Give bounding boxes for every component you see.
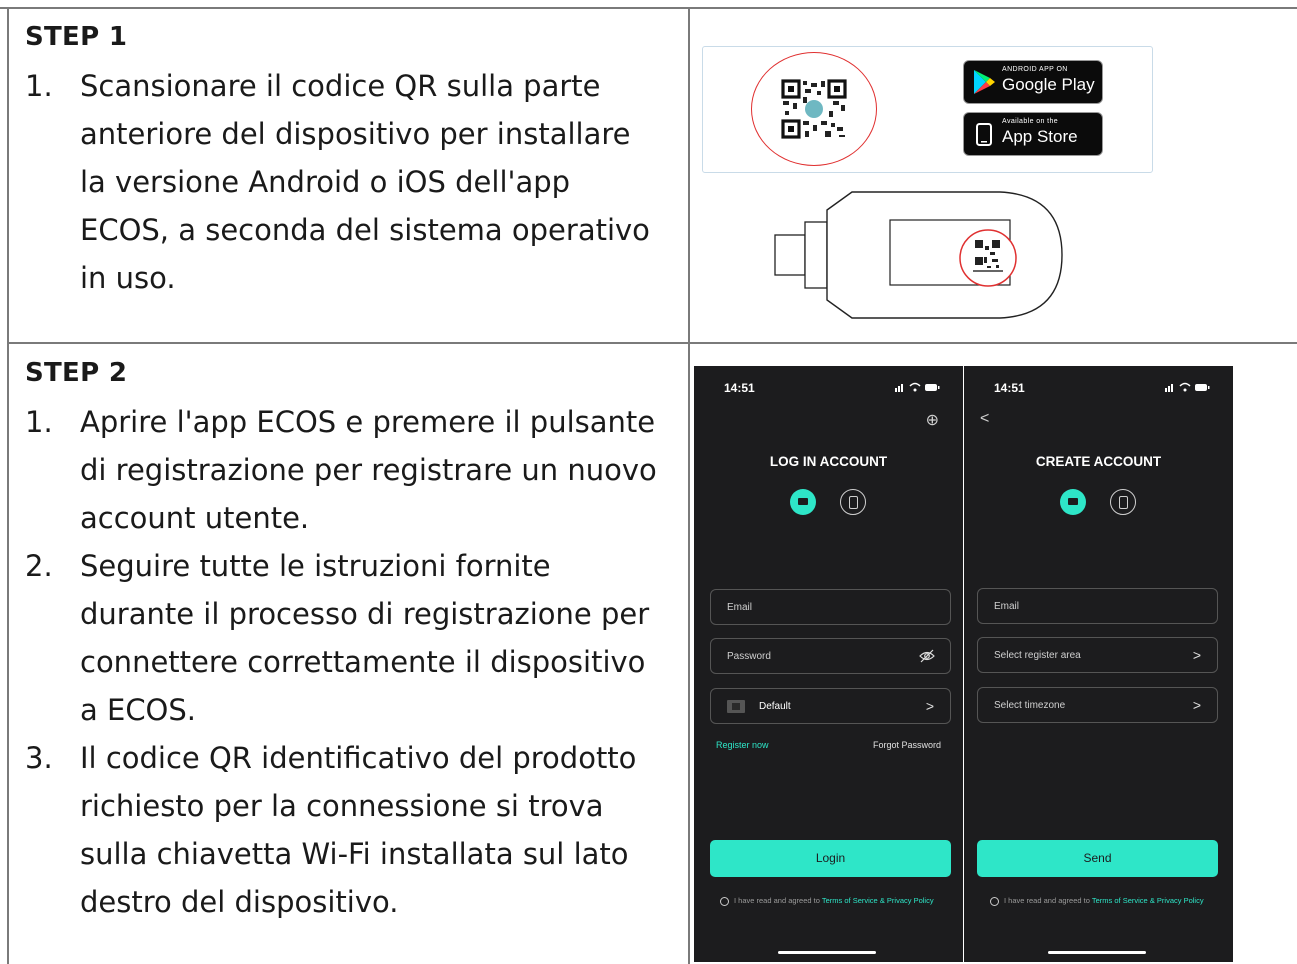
email-icon[interactable] <box>790 489 816 515</box>
terms-of-service-link[interactable]: Terms of Service <box>1092 896 1148 905</box>
google-play-badge[interactable]: ANDROID APP ON Google Play <box>963 60 1103 104</box>
google-play-icon <box>974 70 995 94</box>
qr-highlight-circle <box>751 52 877 166</box>
agree-text: I have read and agreed to Terms of Servi… <box>1004 896 1219 905</box>
login-heading: LOG IN ACCOUNT <box>769 454 888 469</box>
step2-list: 1. Aprire l'app ECOS e premere il pulsan… <box>25 398 665 926</box>
list-item-text: Seguire tutte le istruzioni fornite dura… <box>80 549 650 727</box>
status-time: 14:51 <box>724 381 755 395</box>
email-field-label: Email <box>727 602 753 613</box>
email-field[interactable]: Email <box>977 588 1218 624</box>
table-divider-horizontal <box>7 342 1297 344</box>
status-bar-icons <box>1165 382 1210 392</box>
back-arrow-icon[interactable]: < <box>980 410 989 428</box>
register-area-label: Select register area <box>994 650 1081 661</box>
step2-title: STEP 2 <box>25 358 128 388</box>
list-item: 2. Seguire tutte le istruzioni fornite d… <box>25 542 665 734</box>
timezone-selector[interactable]: Select timezone > <box>977 687 1218 723</box>
email-field-label: Email <box>994 601 1020 612</box>
send-button[interactable]: Send <box>977 840 1218 877</box>
register-area-selector[interactable]: Select register area > <box>977 637 1218 673</box>
app-download-banner: ANDROID APP ON Google Play Available on … <box>702 46 1153 173</box>
app-store-label: App Store <box>1002 127 1078 146</box>
table-divider-vertical <box>688 7 690 964</box>
app-store-badge[interactable]: Available on the App Store <box>963 112 1103 156</box>
status-time: 14:51 <box>994 381 1025 395</box>
google-play-caption: ANDROID APP ON <box>1002 66 1068 73</box>
home-indicator <box>1048 951 1146 954</box>
login-button[interactable]: Login <box>710 840 951 877</box>
agree-prefix: I have read and agreed to <box>1004 896 1090 905</box>
chevron-right-icon: > <box>1192 647 1201 663</box>
agree-ampersand: & <box>879 896 885 905</box>
globe-icon[interactable]: ⊕ <box>926 410 939 430</box>
status-bar-icons <box>895 382 940 392</box>
timezone-label: Select timezone <box>994 700 1066 711</box>
chevron-right-icon: > <box>1192 697 1201 713</box>
chevron-right-icon: > <box>925 698 934 714</box>
list-item: 1. Aprire l'app ECOS e premere il pulsan… <box>25 398 665 542</box>
list-item-number: 1. <box>25 69 53 103</box>
step1-title: STEP 1 <box>25 22 128 52</box>
agree-radio[interactable] <box>720 897 729 906</box>
privacy-policy-link[interactable]: Privacy Policy <box>1157 896 1204 905</box>
list-item-text: Aprire l'app ECOS e premere il pulsante … <box>80 405 657 535</box>
register-now-link[interactable]: Register now <box>716 740 769 750</box>
email-icon[interactable] <box>1060 489 1086 515</box>
list-item-text: Il codice QR identificativo del prodotto… <box>80 741 637 919</box>
app-store-caption: Available on the <box>1002 118 1059 125</box>
list-item-number: 3. <box>25 741 53 775</box>
table-border-left <box>7 7 9 964</box>
list-item-text: Scansionare il codice QR sulla parte ant… <box>80 69 650 295</box>
list-item-number: 1. <box>25 405 53 439</box>
list-item-number: 2. <box>25 549 53 583</box>
region-selector[interactable]: Default > <box>710 688 951 724</box>
list-item: 1. Scansionare il codice QR sulla parte … <box>25 62 665 302</box>
password-field-label: Password <box>727 651 771 662</box>
agree-radio[interactable] <box>990 897 999 906</box>
email-field[interactable]: Email <box>710 589 951 625</box>
qr-code-icon <box>781 79 847 139</box>
agree-prefix: I have read and agreed to <box>734 896 820 905</box>
agree-text: I have read and agreed to Terms of Servi… <box>734 896 949 905</box>
flag-icon <box>727 700 745 713</box>
login-screen: 14:51 ⊕ LOG IN ACCOUNT Email Password De… <box>694 366 963 962</box>
terms-of-service-link[interactable]: Terms of Service <box>822 896 878 905</box>
region-label: Default <box>759 701 791 712</box>
phone-icon[interactable] <box>840 489 866 515</box>
forgot-password-link[interactable]: Forgot Password <box>873 740 941 750</box>
create-account-heading: CREATE ACCOUNT <box>1035 454 1162 469</box>
home-indicator <box>778 951 876 954</box>
apple-icon <box>976 123 992 146</box>
google-play-label: Google Play <box>1002 75 1095 94</box>
privacy-policy-link[interactable]: Privacy Policy <box>887 896 934 905</box>
step1-list: 1. Scansionare il codice QR sulla parte … <box>25 62 665 302</box>
eye-off-icon[interactable] <box>918 647 936 665</box>
wifi-dongle-illustration <box>774 191 1063 319</box>
list-item: 3. Il codice QR identificativo del prodo… <box>25 734 665 926</box>
create-account-screen: 14:51 < CREATE ACCOUNT Email Select regi… <box>964 366 1233 962</box>
phone-icon[interactable] <box>1110 489 1136 515</box>
table-border-top <box>0 7 1297 9</box>
agree-ampersand: & <box>1149 896 1155 905</box>
password-field[interactable]: Password <box>710 638 951 674</box>
